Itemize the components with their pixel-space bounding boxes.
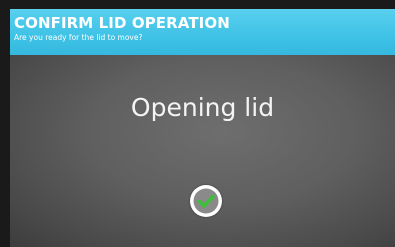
- confirm-button[interactable]: [190, 185, 222, 217]
- status-message: Opening lid: [130, 93, 275, 122]
- header-subtitle: Are you ready for the lid to move?: [14, 33, 143, 42]
- header-title: CONFIRM LID OPERATION: [14, 14, 230, 32]
- header-bar: CONFIRM LID OPERATION Are you ready for …: [10, 9, 395, 55]
- device-screen: CONFIRM LID OPERATION Are you ready for …: [0, 0, 395, 247]
- check-icon: [193, 188, 219, 214]
- main-panel: Opening lid: [10, 55, 395, 247]
- check-icon-inner-circle: [193, 188, 219, 214]
